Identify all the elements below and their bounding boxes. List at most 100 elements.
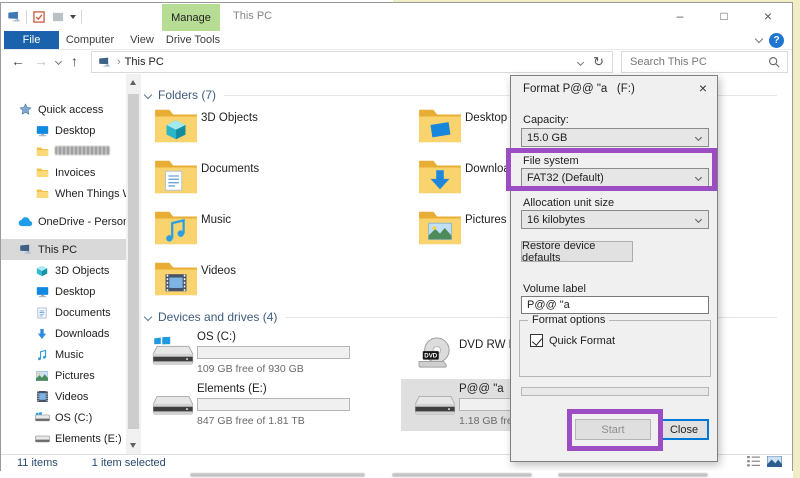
sidebar-item-quick-access[interactable]: Quick access: [1, 99, 126, 120]
sidebar-item-documents[interactable]: Documents: [1, 302, 126, 323]
drive-name: OS (C:): [197, 331, 236, 343]
sidebar-scrollbar[interactable]: [126, 74, 141, 454]
sidebar-item-label: OneDrive - Person: [38, 216, 126, 228]
dialog-close-button[interactable]: Close: [659, 419, 709, 440]
drive-item-os-c-[interactable]: OS (C:) 109 GB free of 930 GB: [145, 329, 407, 381]
sidebar-item-downloads[interactable]: Downloads: [1, 323, 126, 344]
folder-icon: [417, 106, 463, 149]
sidebar-item-icon: [34, 125, 50, 137]
sidebar-item-onedrive-person[interactable]: OneDrive - Person: [1, 211, 126, 232]
drive-name: Elements (E:): [197, 383, 267, 395]
collapse-section-icon[interactable]: [144, 91, 152, 99]
collapse-ribbon-icon[interactable]: [755, 35, 763, 43]
forward-icon[interactable]: →: [34, 53, 48, 69]
recent-locations-icon[interactable]: [55, 58, 62, 65]
folder-icon: [153, 157, 199, 200]
back-icon[interactable]: ←: [11, 53, 25, 69]
sidebar-item-label: Desktop: [55, 125, 95, 137]
drive-free-space: 109 GB free of 930 GB: [197, 363, 304, 375]
manage-contextual-group[interactable]: Manage: [162, 4, 220, 31]
sidebar-item-icon: [34, 328, 50, 340]
sidebar-item-videos[interactable]: Videos: [1, 386, 126, 407]
thumbnail-view-icon[interactable]: [767, 456, 782, 470]
sidebar-item-label: This PC: [38, 244, 77, 256]
sidebar-item-when-things-we[interactable]: When Things We: [1, 183, 126, 204]
address-bar[interactable]: › This PC ↻: [91, 51, 613, 73]
folder-item-documents[interactable]: Documents: [151, 155, 415, 206]
svg-text:DVD: DVD: [424, 353, 437, 360]
folder-icon: [417, 208, 463, 251]
details-view-icon[interactable]: [747, 456, 760, 470]
scrollbar-thumb[interactable]: [128, 94, 139, 429]
tab-view[interactable]: View: [121, 31, 163, 49]
restore-defaults-button[interactable]: Restore device defaults: [521, 241, 633, 262]
drive-free-space: 847 GB free of 1.81 TB: [197, 415, 305, 427]
scroll-up-icon[interactable]: [130, 80, 136, 85]
sidebar-item-redacted[interactable]: [1, 141, 126, 162]
search-box[interactable]: Search This PC: [621, 51, 788, 73]
sidebar-item-elements-e-[interactable]: Elements (E:): [1, 428, 126, 449]
drive-icon: [151, 337, 195, 372]
sidebar-item-invoices[interactable]: Invoices: [1, 162, 126, 183]
tab-file[interactable]: File: [4, 31, 59, 49]
drive-capacity-bar: [197, 346, 350, 359]
sidebar-item-desktop[interactable]: Desktop: [1, 281, 126, 302]
quick-format-checkbox[interactable]: [530, 334, 543, 347]
folder-icon: [153, 208, 199, 251]
close-button[interactable]: ×: [746, 3, 790, 29]
folder-name: Music: [201, 214, 231, 226]
item-count: 11 items: [17, 457, 58, 469]
sidebar-item-music[interactable]: Music: [1, 344, 126, 365]
quick-format-option[interactable]: Quick Format: [530, 334, 615, 347]
folder-icon: [153, 106, 199, 149]
breadcrumb[interactable]: This PC: [125, 56, 164, 68]
sidebar-item-desktop[interactable]: Desktop: [1, 120, 126, 141]
volume-label-input[interactable]: P@@ "a: [521, 296, 709, 314]
properties-icon[interactable]: [32, 10, 46, 24]
allocation-select[interactable]: 16 kilobytes: [521, 210, 709, 229]
help-icon[interactable]: ?: [769, 33, 784, 48]
folder-name: Videos: [201, 265, 236, 277]
folder-item-videos[interactable]: Videos: [151, 257, 415, 308]
divider: [26, 10, 27, 24]
refresh-icon[interactable]: ↻: [593, 54, 604, 70]
maximize-button[interactable]: □: [702, 3, 746, 29]
customize-toolbar-arrow-icon[interactable]: [70, 15, 76, 19]
folder-item-music[interactable]: Music: [151, 206, 415, 257]
sidebar-item-label: Documents: [55, 307, 111, 319]
drive-icon: DVD: [413, 337, 457, 374]
selection-count: 1 item selected: [92, 457, 166, 469]
minimize-button[interactable]: –: [658, 3, 702, 29]
format-progress-bar: [521, 387, 709, 396]
dialog-close-icon[interactable]: ×: [699, 80, 707, 96]
sidebar-item-icon: [34, 412, 50, 423]
sidebar-item-label: 3D Objects: [55, 265, 109, 277]
window-title: This PC: [233, 10, 272, 22]
format-options-group: Format options Quick Format: [519, 320, 711, 377]
search-icon[interactable]: [768, 56, 780, 68]
drive-item-elements-e-[interactable]: Elements (E:) 847 GB free of 1.81 TB: [145, 381, 407, 433]
sidebar-item-this-pc[interactable]: This PC: [1, 239, 126, 260]
address-dropdown-icon[interactable]: [577, 58, 584, 65]
tab-computer[interactable]: Computer: [61, 31, 119, 49]
sidebar-item-pictures[interactable]: Pictures: [1, 365, 126, 386]
new-folder-icon[interactable]: [51, 10, 65, 24]
redacted-label: [55, 146, 110, 155]
chevron-down-icon: [695, 134, 702, 141]
scroll-down-icon[interactable]: [130, 443, 136, 448]
drive-icon: [151, 389, 195, 422]
collapse-section-icon[interactable]: [144, 313, 152, 321]
capacity-select[interactable]: 15.0 GB: [521, 128, 709, 147]
sidebar-item-icon: [34, 434, 50, 444]
sidebar-item-icon: [34, 265, 50, 277]
sidebar-item-label: Elements (E:): [55, 433, 122, 445]
sidebar-item-3d-objects[interactable]: 3D Objects: [1, 260, 126, 281]
sidebar-item-icon: [17, 244, 33, 255]
sidebar-item-icon: [34, 307, 50, 319]
section-title: Devices and drives (4): [158, 310, 277, 324]
tab-drive-tools[interactable]: Drive Tools: [162, 31, 224, 49]
up-icon[interactable]: ↑: [71, 53, 78, 69]
section-title: Folders (7): [158, 88, 216, 102]
folder-item-3d-objects[interactable]: 3D Objects: [151, 104, 415, 155]
sidebar-item-os-c-[interactable]: OS (C:): [1, 407, 126, 428]
